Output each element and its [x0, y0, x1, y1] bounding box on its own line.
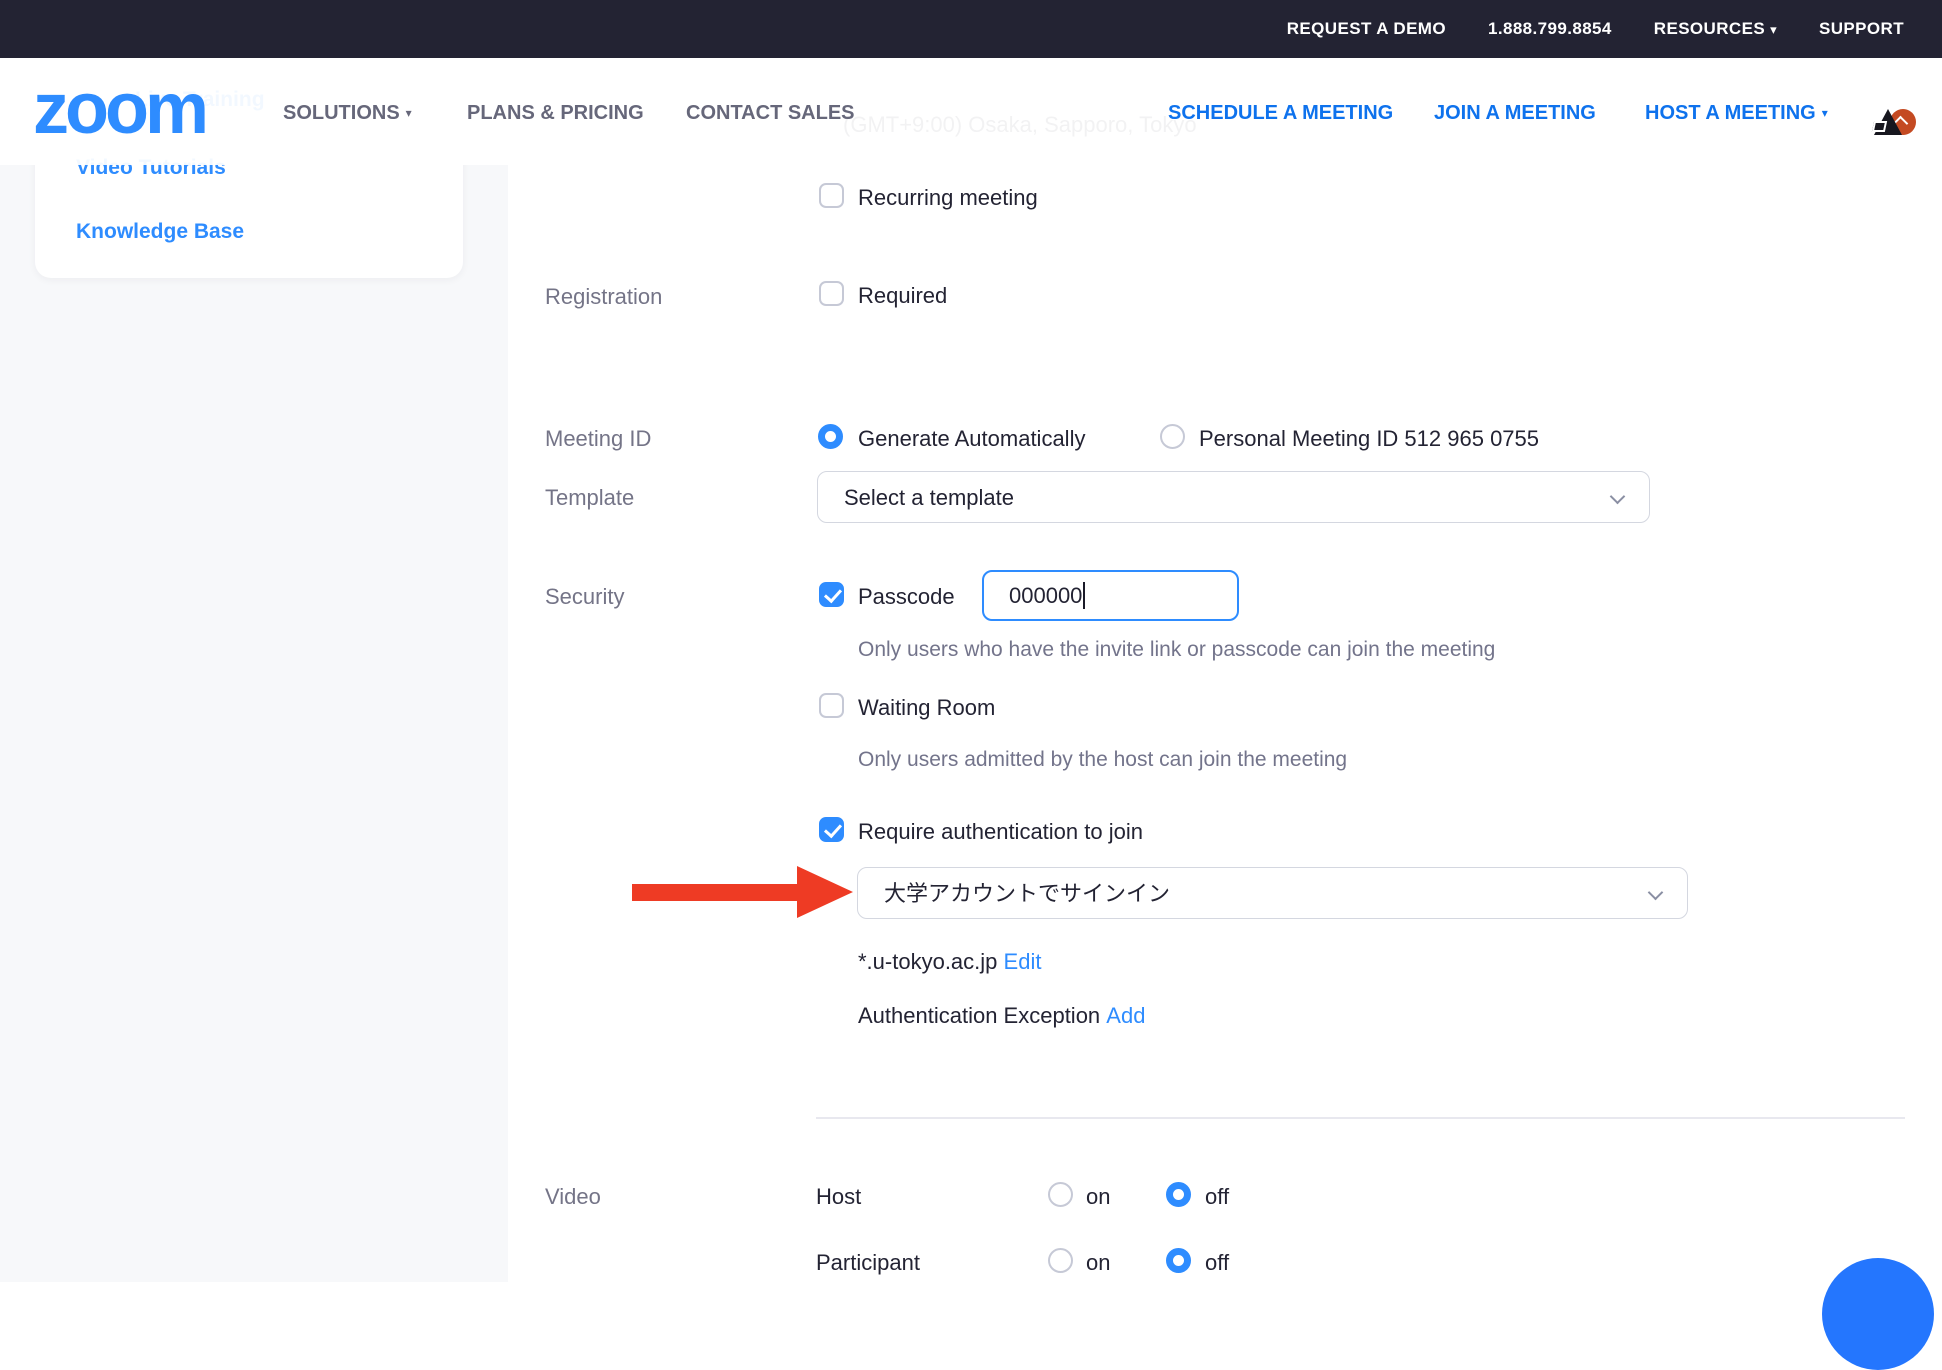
chevron-down-icon: ▾ [406, 106, 412, 120]
passcode-value: 000000 [1009, 583, 1082, 608]
sidebar-link-knowledge-base[interactable]: Knowledge Base [76, 220, 244, 244]
video-participant-label: Participant [816, 1250, 920, 1275]
main-navbar: zoom SOLUTIONS ▾ PLANS & PRICING CONTACT … [0, 58, 1942, 165]
annotation-arrow-icon [797, 866, 853, 918]
video-host-label: Host [816, 1184, 861, 1209]
auth-domain-value: *.u-tokyo.ac.jp [858, 949, 997, 974]
auth-domain-row: *.u-tokyo.ac.jp Edit [858, 949, 1041, 974]
waiting-room-helper-text: Only users admitted by the host can join… [858, 747, 1347, 772]
host-meeting-label: HOST A MEETING [1645, 102, 1816, 124]
resources-label: RESOURCES [1654, 19, 1765, 38]
template-select-value: Select a template [844, 485, 1014, 510]
auth-exception-add-link[interactable]: Add [1106, 1003, 1145, 1028]
template-row-label: Template [545, 485, 634, 510]
passcode-label: Passcode [858, 584, 955, 609]
resources-menu[interactable]: RESOURCES ▾ [1654, 19, 1777, 39]
chevron-down-icon: ▾ [1770, 22, 1777, 37]
template-select[interactable]: Select a template [817, 471, 1650, 523]
registration-row-label: Registration [545, 284, 662, 309]
personal-meeting-id-radio[interactable] [1160, 424, 1185, 449]
support-link[interactable]: SUPPORT [1819, 19, 1904, 39]
participant-video-on-radio[interactable] [1048, 1248, 1073, 1273]
auth-exception-label: Authentication Exception [858, 1003, 1100, 1028]
text-cursor [1083, 582, 1085, 609]
meeting-id-row-label: Meeting ID [545, 426, 651, 451]
require-auth-label: Require authentication to join [858, 819, 1143, 844]
registration-required-label: Required [858, 283, 947, 308]
nav-contact-sales[interactable]: CONTACT SALES [686, 100, 855, 126]
chevron-down-icon [1610, 489, 1626, 505]
video-row-label: Video [545, 1184, 601, 1209]
host-video-on-radio[interactable] [1048, 1182, 1073, 1207]
auth-method-select[interactable]: 大学アカウントでサインイン [857, 867, 1688, 919]
waiting-room-label: Waiting Room [858, 695, 995, 720]
host-video-off-radio[interactable] [1166, 1182, 1191, 1207]
registration-required-checkbox[interactable] [819, 281, 844, 306]
solutions-label: SOLUTIONS [283, 102, 400, 124]
auth-exception-row: Authentication Exception Add [858, 1003, 1145, 1028]
request-demo-link[interactable]: REQUEST A DEMO [1287, 19, 1446, 39]
auth-method-value: 大学アカウントでサインイン [884, 881, 1170, 906]
avatar[interactable] [1870, 98, 1918, 138]
generate-automatically-label: Generate Automatically [858, 426, 1085, 451]
section-divider [816, 1117, 1905, 1119]
chevron-down-icon [1648, 885, 1664, 901]
phone-number[interactable]: 1.888.799.8854 [1488, 19, 1612, 39]
annotation-arrow-shaft [632, 884, 800, 901]
passcode-helper-text: Only users who have the invite link or p… [858, 637, 1495, 662]
auth-domain-edit-link[interactable]: Edit [1004, 949, 1042, 974]
avatar-flag-icon [1872, 121, 1887, 132]
participant-video-off-label: off [1205, 1250, 1229, 1275]
nav-solutions[interactable]: SOLUTIONS ▾ [283, 100, 412, 126]
security-row-label: Security [545, 584, 624, 609]
chevron-down-icon: ▾ [1822, 106, 1828, 120]
nav-host-meeting[interactable]: HOST A MEETING ▾ [1645, 100, 1828, 126]
top-utility-bar: REQUEST A DEMO 1.888.799.8854 RESOURCES ▾… [0, 0, 1942, 58]
help-button[interactable] [1822, 1258, 1934, 1370]
nav-schedule-meeting[interactable]: SCHEDULE A MEETING [1168, 100, 1393, 126]
waiting-room-checkbox[interactable] [819, 693, 844, 718]
generate-automatically-radio[interactable] [818, 424, 843, 449]
passcode-checkbox[interactable] [819, 582, 844, 607]
zoom-logo[interactable]: zoom [33, 76, 205, 142]
nav-plans-pricing[interactable]: PLANS & PRICING [467, 100, 644, 126]
require-auth-checkbox[interactable] [819, 817, 844, 842]
personal-meeting-id-label: Personal Meeting ID 512 965 0755 [1199, 426, 1539, 451]
recurring-meeting-checkbox[interactable] [819, 183, 844, 208]
participant-video-off-radio[interactable] [1166, 1248, 1191, 1273]
passcode-input[interactable]: 000000 [982, 570, 1239, 621]
nav-join-meeting[interactable]: JOIN A MEETING [1434, 100, 1596, 126]
participant-video-on-label: on [1086, 1250, 1110, 1275]
host-video-on-label: on [1086, 1184, 1110, 1209]
recurring-meeting-label: Recurring meeting [858, 185, 1038, 210]
host-video-off-label: off [1205, 1184, 1229, 1209]
